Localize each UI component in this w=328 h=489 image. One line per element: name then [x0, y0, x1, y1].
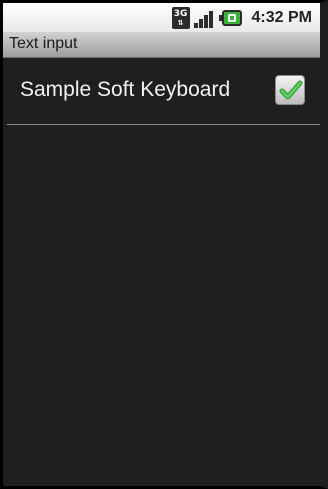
- network-type-label: 3G: [173, 8, 188, 19]
- signal-strength-icon: [193, 8, 216, 28]
- enable-checkbox[interactable]: [275, 75, 305, 105]
- data-arrows-icon: ⇅: [177, 18, 184, 27]
- checkmark-icon: [279, 80, 303, 100]
- device-screen: 3G ⇅ 4:32 PM Text input Sample Soft Keyb…: [0, 0, 328, 489]
- 3g-network-icon: 3G ⇅: [171, 6, 190, 29]
- title-bar: Text input: [3, 32, 320, 58]
- battery-charging-icon: [218, 9, 242, 26]
- status-icons: 3G ⇅ 4:32 PM: [171, 3, 312, 32]
- status-bar: 3G ⇅ 4:32 PM: [3, 3, 320, 32]
- preference-label: Sample Soft Keyboard: [20, 78, 231, 101]
- page-title: Text input: [9, 35, 78, 52]
- list-divider: [7, 124, 320, 125]
- status-time: 4:32 PM: [251, 8, 312, 26]
- preference-item-sample-soft-keyboard[interactable]: Sample Soft Keyboard: [3, 58, 320, 124]
